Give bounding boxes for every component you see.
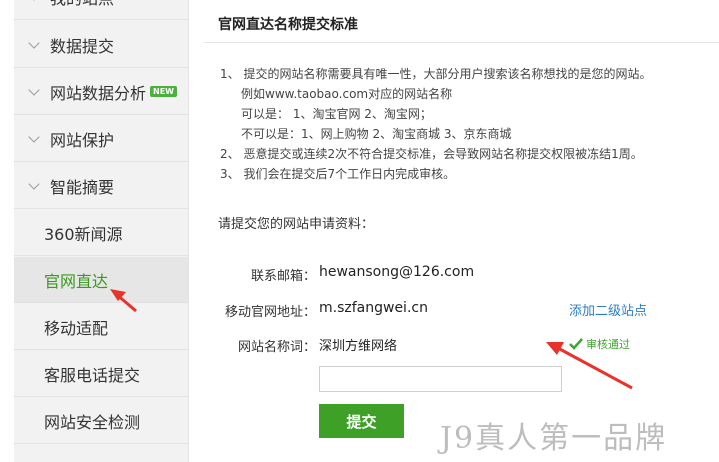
mobile-site-value: m.szfangwei.cn (319, 300, 428, 316)
email-label: 联系邮箱： (250, 269, 316, 284)
status-text: 审核通过 (586, 338, 630, 351)
sidebar-item-360-news[interactable]: 360新闻源 (14, 210, 188, 256)
new-badge: NEW (150, 86, 177, 97)
site-name-value: 深圳方维网络 (319, 339, 398, 354)
sidebar-item-label: 官网直达 (44, 271, 109, 291)
sidebar-item-label: 我的站点 (50, 0, 114, 9)
sidebar-item-official-direct[interactable]: 官网直达 (14, 257, 188, 303)
rule-example: 例如www.taobao.com对应的网站名称 (241, 87, 453, 101)
mobile-site-label: 移动官网地址： (224, 305, 316, 320)
sidebar-item-label: 智能摘要 (50, 177, 115, 197)
review-status: 审核通过 (569, 336, 630, 352)
sidebar-item-label: 网站保护 (50, 130, 115, 150)
email-value: hewansong@126.com (319, 264, 475, 280)
site-name-label: 网站名称词： (237, 340, 316, 355)
sidebar-item-site-protection[interactable]: 网站保护 (14, 116, 188, 162)
sidebar-item-label: 客服电话提交 (44, 365, 141, 385)
sidebar-item-site-analytics[interactable]: 网站数据分析 NEW (14, 69, 188, 115)
chevron-down-icon (28, 36, 40, 49)
rule-line-2: 2、 恶意提交或连续2次不符合提交标准，会导致网站名称提交权限被冻结1周。 (220, 147, 643, 161)
check-icon (569, 338, 583, 350)
add-subsite-link[interactable]: 添加二级站点 (569, 300, 647, 319)
chevron-down-icon (28, 130, 40, 143)
sidebar-item-mobile-adapt[interactable]: 移动适配 (14, 304, 188, 350)
sidebar-item-label: 网站数据分析 (50, 83, 147, 103)
sidebar-item-service-phone[interactable]: 客服电话提交 (14, 351, 188, 397)
sidebar-item-label: 360新闻源 (44, 224, 123, 244)
chevron-down-icon (28, 177, 40, 190)
sidebar-item-label: 数据提交 (50, 36, 115, 56)
sidebar-item-smart-summary[interactable]: 智能摘要 (14, 163, 188, 209)
page-title: 官网直达名称提交标准 (218, 17, 358, 33)
rule-allowed: 可以是： 1、淘宝官网 2、淘宝网； (241, 107, 432, 121)
sidebar-item-my-sites[interactable]: 我的站点 (14, 0, 188, 20)
main-content: 官网直达名称提交标准 1、 提交的网站名称需要具有唯一性，大部分用户搜索该名称想… (190, 0, 719, 462)
sidebar: 我的站点 数据提交 网站数据分析 NEW 网站保护 智能摘要 360新闻源 官网… (14, 0, 189, 462)
watermark: J9真人第一品牌 (440, 421, 668, 456)
section-label: 请提交您的网站申请资料： (218, 217, 375, 232)
sidebar-item-security-check[interactable]: 网站安全检测 (14, 398, 188, 444)
submit-button[interactable]: 提交 (319, 404, 404, 438)
sidebar-item-data-submit[interactable]: 数据提交 (14, 22, 188, 68)
rule-disallowed: 不可以是：1、网上购物 2、淘宝商城 3、京东商城 (241, 127, 512, 141)
site-name-input[interactable] (319, 366, 562, 392)
sidebar-item-label: 网站安全检测 (44, 412, 141, 432)
rule-line-3: 3、 我们会在提交后7个工作日内完成审核。 (220, 167, 456, 181)
chevron-down-icon (28, 83, 40, 96)
divider (204, 42, 719, 43)
sidebar-item-label: 移动适配 (44, 318, 109, 338)
rule-line-1: 1、 提交的网站名称需要具有唯一性，大部分用户搜索该名称想找的是您的网站。 (220, 67, 652, 81)
